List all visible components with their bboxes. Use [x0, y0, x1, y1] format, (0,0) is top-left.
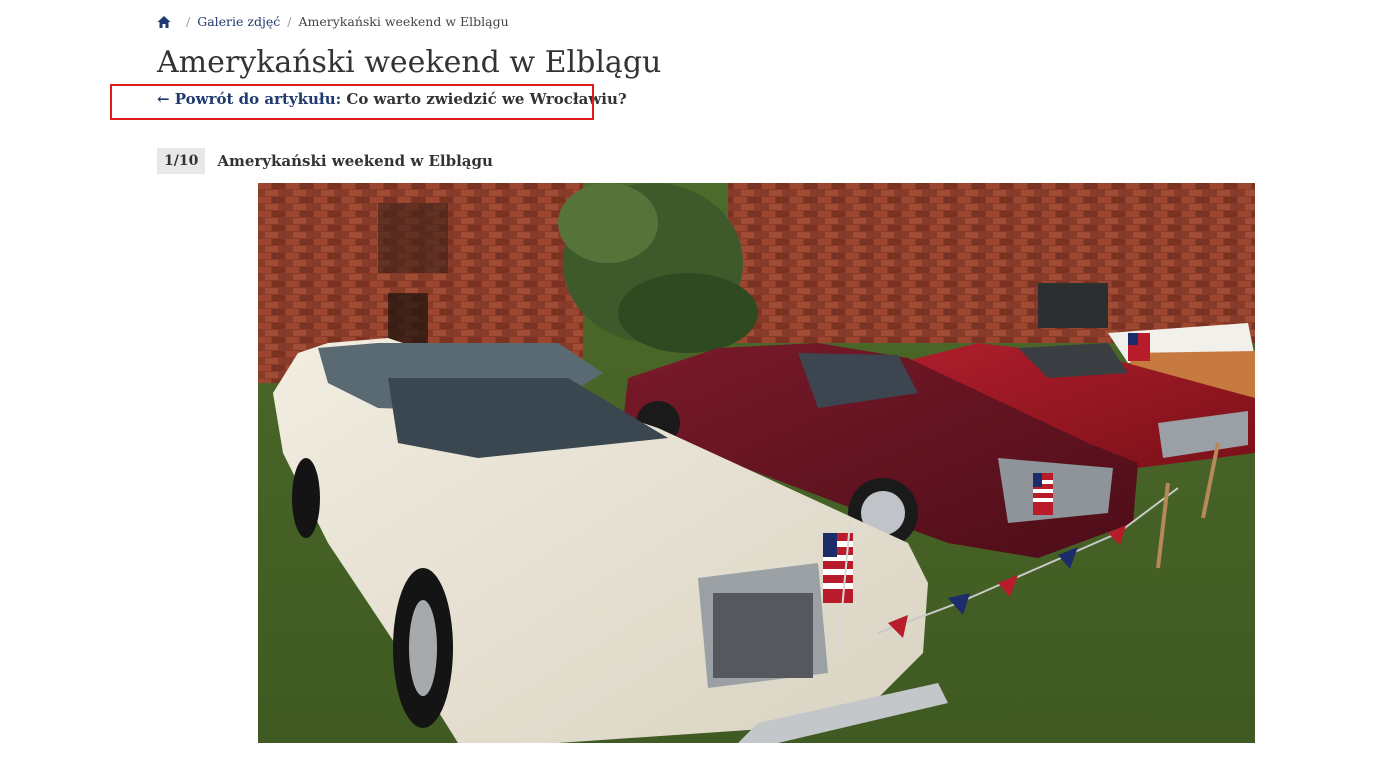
breadcrumb: / Galerie zdjęć / Amerykański weekend w …	[157, 14, 509, 29]
breadcrumb-gallery-link[interactable]: Galerie zdjęć	[197, 14, 280, 29]
breadcrumb-current: Amerykański weekend w Elblągu	[298, 14, 509, 29]
back-to-article-link[interactable]: ← Powrót do artykułu: Co warto zwiedzić …	[157, 90, 627, 108]
gallery-photo[interactable]	[258, 183, 1255, 743]
page-title: Amerykański weekend w Elblągu	[157, 45, 662, 80]
breadcrumb-separator: /	[287, 14, 292, 29]
back-link-article-title: Co warto zwiedzić we Wrocławiu?	[346, 90, 627, 108]
home-icon[interactable]	[157, 15, 171, 29]
gallery-photo-graphic	[258, 183, 1255, 743]
slide-counter: 1/10	[157, 148, 206, 174]
slide-header: 1/10 Amerykański weekend w Elblągu	[157, 148, 493, 174]
breadcrumb-separator: /	[186, 14, 191, 29]
back-link-lead: ← Powrót do artykułu:	[157, 90, 342, 108]
slide-title: Amerykański weekend w Elblągu	[217, 152, 493, 170]
